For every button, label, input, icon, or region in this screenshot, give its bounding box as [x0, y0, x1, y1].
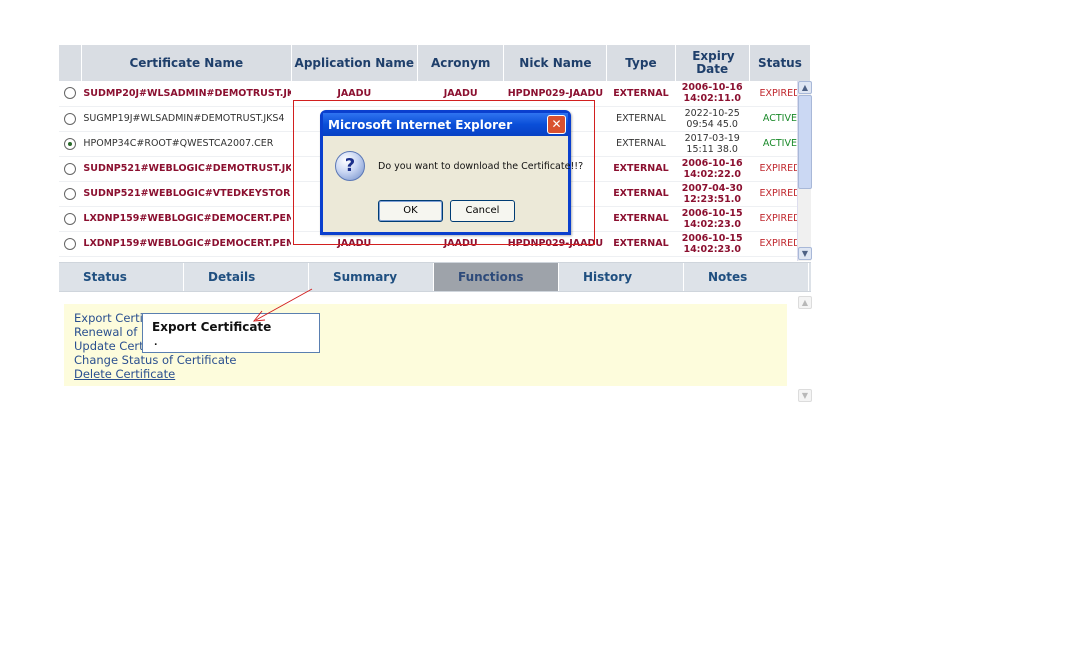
dialog-message: Do you want to download the Certificate!…	[378, 161, 584, 172]
row-select-radio[interactable]	[59, 131, 82, 157]
row-select-radio[interactable]	[59, 156, 82, 182]
expiry-date-value: 2006-10-15	[681, 207, 743, 219]
tab-notes[interactable]: Notes	[684, 263, 809, 291]
header-status[interactable]: Status	[749, 45, 812, 81]
tab-functions[interactable]: Functions	[434, 263, 559, 291]
cancel-button[interactable]: Cancel	[450, 200, 515, 222]
cell-type: EXTERNAL	[606, 181, 676, 207]
cell-type: EXTERNAL	[606, 231, 676, 257]
callout-dot: .	[154, 338, 158, 348]
delete-certificate-link[interactable]: Delete Certificate	[74, 367, 236, 381]
cell-certificate-name: SUGMP19J#WLSADMIN#DEMOTRUST.JKS4	[81, 106, 292, 132]
cell-certificate-name: HPOMP34C#ROOT#QWESTCA2007.CER	[81, 131, 292, 157]
cell-expiry-date: 2006-10-15 14:02:23.0	[675, 231, 750, 257]
expiry-date-value: 2007-04-30	[681, 182, 743, 194]
header-type[interactable]: Type	[606, 45, 676, 81]
cell-type: EXTERNAL	[606, 81, 676, 107]
expiry-time-value: 09:54 45.0	[686, 118, 738, 130]
cell-expiry-date: 2006-10-16 14:02:22.0	[675, 156, 750, 182]
panel-scroll-down-icon[interactable]: ▼	[798, 389, 812, 402]
download-confirm-dialog: Microsoft Internet Explorer ✕ ? Do you w…	[320, 110, 583, 235]
scroll-up-icon[interactable]: ▲	[798, 81, 812, 94]
cell-type: EXTERNAL	[606, 156, 676, 182]
tab-status[interactable]: Status	[59, 263, 184, 291]
header-expiry-date[interactable]: Expiry Date	[675, 45, 750, 81]
expiry-date-value: 2017-03-19	[684, 132, 740, 144]
grid-scrollbar[interactable]: ▲ ▼	[797, 81, 812, 261]
expiry-date-value: 2006-10-15	[681, 232, 743, 244]
header-nick-name[interactable]: Nick Name	[503, 45, 608, 81]
grid-header-row: Certificate Name Application Name Acrony…	[59, 45, 812, 81]
cell-type: EXTERNAL	[606, 206, 676, 232]
scroll-down-icon[interactable]: ▼	[798, 247, 812, 260]
row-select-radio[interactable]	[59, 106, 82, 132]
cell-type: EXTERNAL	[606, 106, 676, 132]
radio-button[interactable]	[64, 187, 77, 200]
expiry-time-value: 14:02:11.0	[683, 93, 741, 105]
expiry-date-value: 2022-10-25	[684, 107, 740, 119]
radio-button[interactable]	[64, 87, 77, 100]
dialog-title: Microsoft Internet Explorer	[323, 113, 568, 136]
expiry-time-value: 12:23:51.0	[683, 193, 741, 205]
cell-expiry-date: 2007-04-30 12:23:51.0	[675, 181, 750, 207]
question-icon: ?	[335, 151, 365, 181]
header-application-name[interactable]: Application Name	[291, 45, 418, 81]
ok-button[interactable]: OK	[378, 200, 443, 222]
header-select	[59, 45, 82, 81]
expiry-date-value: 2006-10-16	[681, 157, 743, 169]
cell-expiry-date: 2017-03-19 15:11 38.0	[675, 131, 750, 157]
detail-tabs: Status Details Summary Functions History…	[59, 262, 811, 292]
row-select-radio[interactable]	[59, 231, 82, 257]
cell-expiry-date: 2006-10-15 14:02:23.0	[675, 206, 750, 232]
radio-button[interactable]	[64, 212, 77, 225]
panel-scrollbar[interactable]: ▲ ▼	[798, 294, 812, 402]
row-select-radio[interactable]	[59, 81, 82, 107]
row-select-radio[interactable]	[59, 206, 82, 232]
radio-button[interactable]	[64, 237, 77, 250]
tab-history[interactable]: History	[559, 263, 684, 291]
expiry-time-value: 15:11 38.0	[686, 143, 738, 155]
radio-button[interactable]	[64, 162, 77, 175]
close-icon[interactable]: ✕	[547, 115, 566, 134]
expiry-date-value: 2006-10-16	[681, 82, 743, 94]
cell-type: EXTERNAL	[606, 131, 676, 157]
cell-certificate-name: SUDNP521#WEBLOGIC#VTEDKEYSTORE	[81, 181, 292, 207]
header-certificate-name[interactable]: Certificate Name	[81, 45, 292, 81]
header-expiry-date-label: Expiry Date	[692, 49, 735, 76]
cell-expiry-date: 2006-10-16 14:02:11.0	[675, 81, 750, 107]
expiry-time-value: 14:02:23.0	[683, 243, 741, 255]
expiry-time-value: 14:02:22.0	[683, 168, 741, 180]
row-select-radio[interactable]	[59, 181, 82, 207]
expiry-time-value: 14:02:23.0	[683, 218, 741, 230]
panel-scroll-up-icon[interactable]: ▲	[798, 296, 812, 309]
annotation-arrow-icon	[252, 288, 313, 322]
header-acronym[interactable]: Acronym	[417, 45, 505, 81]
cell-certificate-name: SUDNP521#WEBLOGIC#DEMOTRUST.JK:	[81, 156, 292, 182]
scroll-thumb[interactable]	[798, 95, 812, 189]
cell-certificate-name: LXDNP159#WEBLOGIC#DEMOCERT.PEM	[81, 231, 292, 257]
radio-button[interactable]	[64, 137, 77, 150]
radio-button[interactable]	[64, 112, 77, 125]
cell-expiry-date: 2022-10-25 09:54 45.0	[675, 106, 750, 132]
tab-summary[interactable]: Summary	[309, 263, 434, 291]
change-status-link[interactable]: Change Status of Certificate	[74, 353, 236, 367]
cell-certificate-name: SUDMP20J#WLSADMIN#DEMOTRUST.JK	[81, 81, 292, 107]
cell-certificate-name: LXDNP159#WEBLOGIC#DEMOCERT.PEM	[81, 206, 292, 232]
